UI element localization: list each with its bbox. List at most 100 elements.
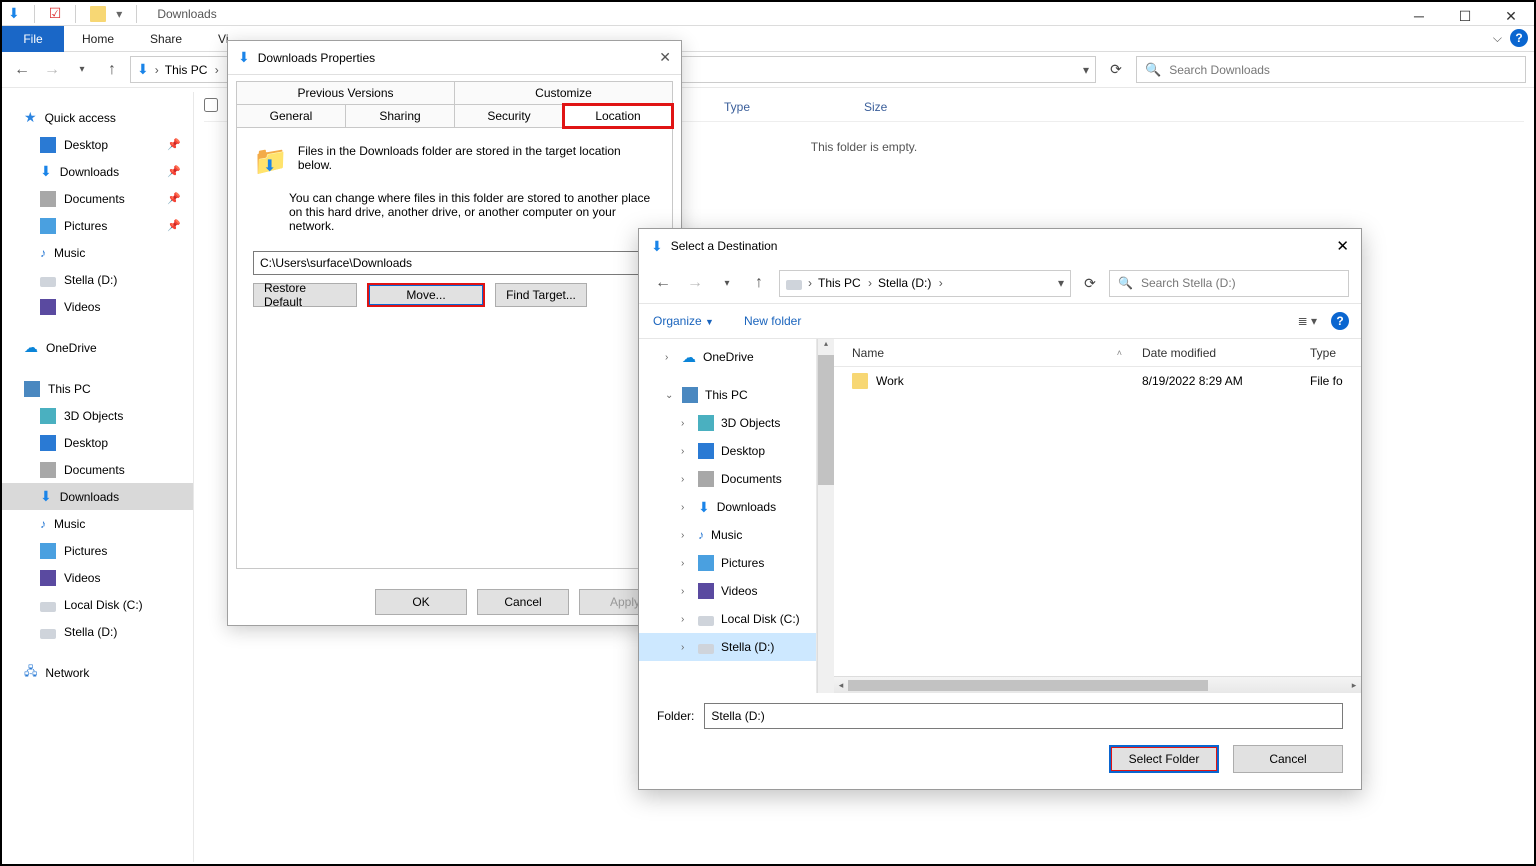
folder-name-input[interactable] bbox=[704, 703, 1343, 729]
pictures-icon bbox=[40, 218, 56, 234]
ok-button[interactable]: OK bbox=[375, 589, 467, 615]
tree-documents[interactable]: ›Documents bbox=[639, 465, 816, 493]
dest-search[interactable]: 🔍 Search Stella (D:) bbox=[1109, 270, 1349, 297]
tree-downloads[interactable]: ›⬇Downloads bbox=[639, 493, 816, 521]
dest-crumb-pc[interactable]: This PC bbox=[818, 276, 872, 290]
move-button[interactable]: Move... bbox=[367, 283, 485, 307]
tab-sharing[interactable]: Sharing bbox=[346, 105, 455, 127]
dest-crumb-stella[interactable]: Stella (D:) bbox=[878, 276, 943, 290]
sidebar-thispc[interactable]: This PC bbox=[2, 375, 193, 402]
nav-recent[interactable]: ▾ bbox=[70, 64, 94, 75]
tree-3dobjects[interactable]: ›3D Objects bbox=[639, 409, 816, 437]
find-target-button[interactable]: Find Target... bbox=[495, 283, 587, 307]
tree-videos[interactable]: ›Videos bbox=[639, 577, 816, 605]
documents-icon bbox=[40, 462, 56, 478]
tab-previous-versions[interactable]: Previous Versions bbox=[237, 82, 455, 104]
dest-refresh[interactable]: ⟳ bbox=[1079, 275, 1101, 292]
network-icon: 🖧 bbox=[24, 662, 37, 683]
select-all-checkbox[interactable] bbox=[204, 98, 218, 112]
ribbon-file[interactable]: File bbox=[2, 26, 64, 52]
dest-close-icon[interactable]: ✕ bbox=[1336, 237, 1349, 255]
nav-back[interactable]: ← bbox=[10, 61, 34, 79]
pin-icon: 📌 bbox=[167, 165, 181, 178]
ribbon-share[interactable]: Share bbox=[132, 26, 200, 52]
properties-title: Downloads Properties bbox=[258, 51, 375, 65]
tab-security[interactable]: Security bbox=[455, 105, 564, 127]
videos-icon bbox=[698, 583, 714, 599]
tree-music[interactable]: ›♪Music bbox=[639, 521, 816, 549]
nav-up[interactable]: ↑ bbox=[100, 61, 124, 79]
sidebar-stella[interactable]: Stella (D:) bbox=[2, 266, 193, 293]
sidebar-videos[interactable]: Videos bbox=[2, 293, 193, 320]
address-dropdown-icon[interactable]: ▾ bbox=[1083, 63, 1089, 77]
row-date: 8/19/2022 8:29 AM bbox=[1142, 374, 1310, 388]
dest-help-icon[interactable]: ? bbox=[1331, 312, 1349, 330]
sidebar-pictures[interactable]: Pictures📌 bbox=[2, 212, 193, 239]
sidebar-downloads[interactable]: ⬇Downloads📌 bbox=[2, 158, 193, 185]
refresh-button[interactable]: ⟳ bbox=[1102, 61, 1130, 78]
sidebar-pc-documents[interactable]: Documents bbox=[2, 456, 193, 483]
sidebar-localdisk[interactable]: Local Disk (C:) bbox=[2, 591, 193, 618]
dest-up[interactable]: ↑ bbox=[747, 274, 771, 292]
dest-col-name[interactable]: Name˄ bbox=[834, 346, 1142, 360]
row-type: File fo bbox=[1310, 374, 1361, 388]
qat-dropdown-icon[interactable]: ▾ bbox=[116, 7, 122, 21]
dest-col-type[interactable]: Type bbox=[1310, 346, 1361, 360]
new-folder-button[interactable]: New folder bbox=[744, 314, 801, 328]
properties-close-icon[interactable]: ✕ bbox=[659, 49, 671, 66]
sidebar-3dobjects[interactable]: 3D Objects bbox=[2, 402, 193, 429]
sidebar-onedrive[interactable]: ☁OneDrive bbox=[2, 334, 193, 361]
sidebar-stella-d[interactable]: Stella (D:) bbox=[2, 618, 193, 645]
dest-recent[interactable]: ▾ bbox=[715, 278, 739, 289]
tree-scrollbar[interactable]: ▴ bbox=[817, 339, 834, 693]
dest-address-dropdown[interactable]: ▾ bbox=[1058, 276, 1064, 290]
sidebar-quick-access[interactable]: ★Quick access bbox=[2, 104, 193, 131]
tree-thispc[interactable]: ⌄This PC bbox=[639, 381, 816, 409]
dest-forward[interactable]: → bbox=[683, 274, 707, 292]
tree-desktop[interactable]: ›Desktop bbox=[639, 437, 816, 465]
organize-menu[interactable]: Organize ▼ bbox=[653, 314, 714, 328]
help-icon[interactable]: ? bbox=[1510, 29, 1528, 47]
dest-col-date[interactable]: Date modified bbox=[1142, 346, 1310, 360]
qat-folder-icon bbox=[90, 6, 106, 22]
tab-general[interactable]: General bbox=[237, 105, 346, 127]
col-size[interactable]: Size bbox=[864, 100, 947, 114]
ribbon-home[interactable]: Home bbox=[64, 26, 132, 52]
tab-location[interactable]: Location bbox=[564, 105, 672, 127]
sidebar-pc-music[interactable]: ♪Music bbox=[2, 510, 193, 537]
search-box[interactable]: 🔍 Search Downloads bbox=[1136, 56, 1526, 83]
dest-back[interactable]: ← bbox=[651, 274, 675, 292]
music-icon: ♪ bbox=[40, 517, 46, 531]
select-folder-button[interactable]: Select Folder bbox=[1109, 745, 1219, 773]
pictures-icon bbox=[40, 543, 56, 559]
dest-title: Select a Destination bbox=[671, 239, 778, 253]
sidebar-pc-downloads[interactable]: ⬇Downloads bbox=[2, 483, 193, 510]
location-path-input[interactable] bbox=[253, 251, 656, 275]
sidebar-desktop[interactable]: Desktop📌 bbox=[2, 131, 193, 158]
sidebar-pc-pictures[interactable]: Pictures bbox=[2, 537, 193, 564]
tree-pictures[interactable]: ›Pictures bbox=[639, 549, 816, 577]
col-type[interactable]: Type bbox=[724, 100, 864, 114]
sidebar-network[interactable]: 🖧Network bbox=[2, 659, 193, 686]
nav-forward[interactable]: → bbox=[40, 61, 64, 79]
tree-stella[interactable]: ›Stella (D:) bbox=[639, 633, 816, 661]
sidebar-pc-desktop[interactable]: Desktop bbox=[2, 429, 193, 456]
nav-sidebar: ★Quick access Desktop📌 ⬇Downloads📌 Docum… bbox=[2, 92, 194, 862]
restore-default-button[interactable]: Restore Default bbox=[253, 283, 357, 307]
ribbon-collapse-icon[interactable]: ⌵ bbox=[1493, 31, 1502, 46]
sidebar-pc-videos[interactable]: Videos bbox=[2, 564, 193, 591]
sidebar-music[interactable]: ♪Music bbox=[2, 239, 193, 266]
dest-cancel-button[interactable]: Cancel bbox=[1233, 745, 1343, 773]
tree-localdisk[interactable]: ›Local Disk (C:) bbox=[639, 605, 816, 633]
sidebar-documents[interactable]: Documents📌 bbox=[2, 185, 193, 212]
dest-address[interactable]: › This PC Stella (D:) ▾ bbox=[779, 270, 1071, 297]
pc-icon bbox=[24, 381, 40, 397]
list-hscrollbar[interactable]: ◂ ▸ bbox=[834, 676, 1361, 693]
list-item-work[interactable]: Work 8/19/2022 8:29 AM File fo bbox=[834, 367, 1361, 395]
tab-customize[interactable]: Customize bbox=[455, 82, 672, 104]
breadcrumb-thispc[interactable]: This PC bbox=[165, 63, 219, 77]
folder-label: Folder: bbox=[657, 709, 694, 723]
cancel-button[interactable]: Cancel bbox=[477, 589, 569, 615]
tree-onedrive[interactable]: ›☁OneDrive bbox=[639, 343, 816, 371]
view-options-icon[interactable]: ≣ ▾ bbox=[1298, 314, 1317, 328]
